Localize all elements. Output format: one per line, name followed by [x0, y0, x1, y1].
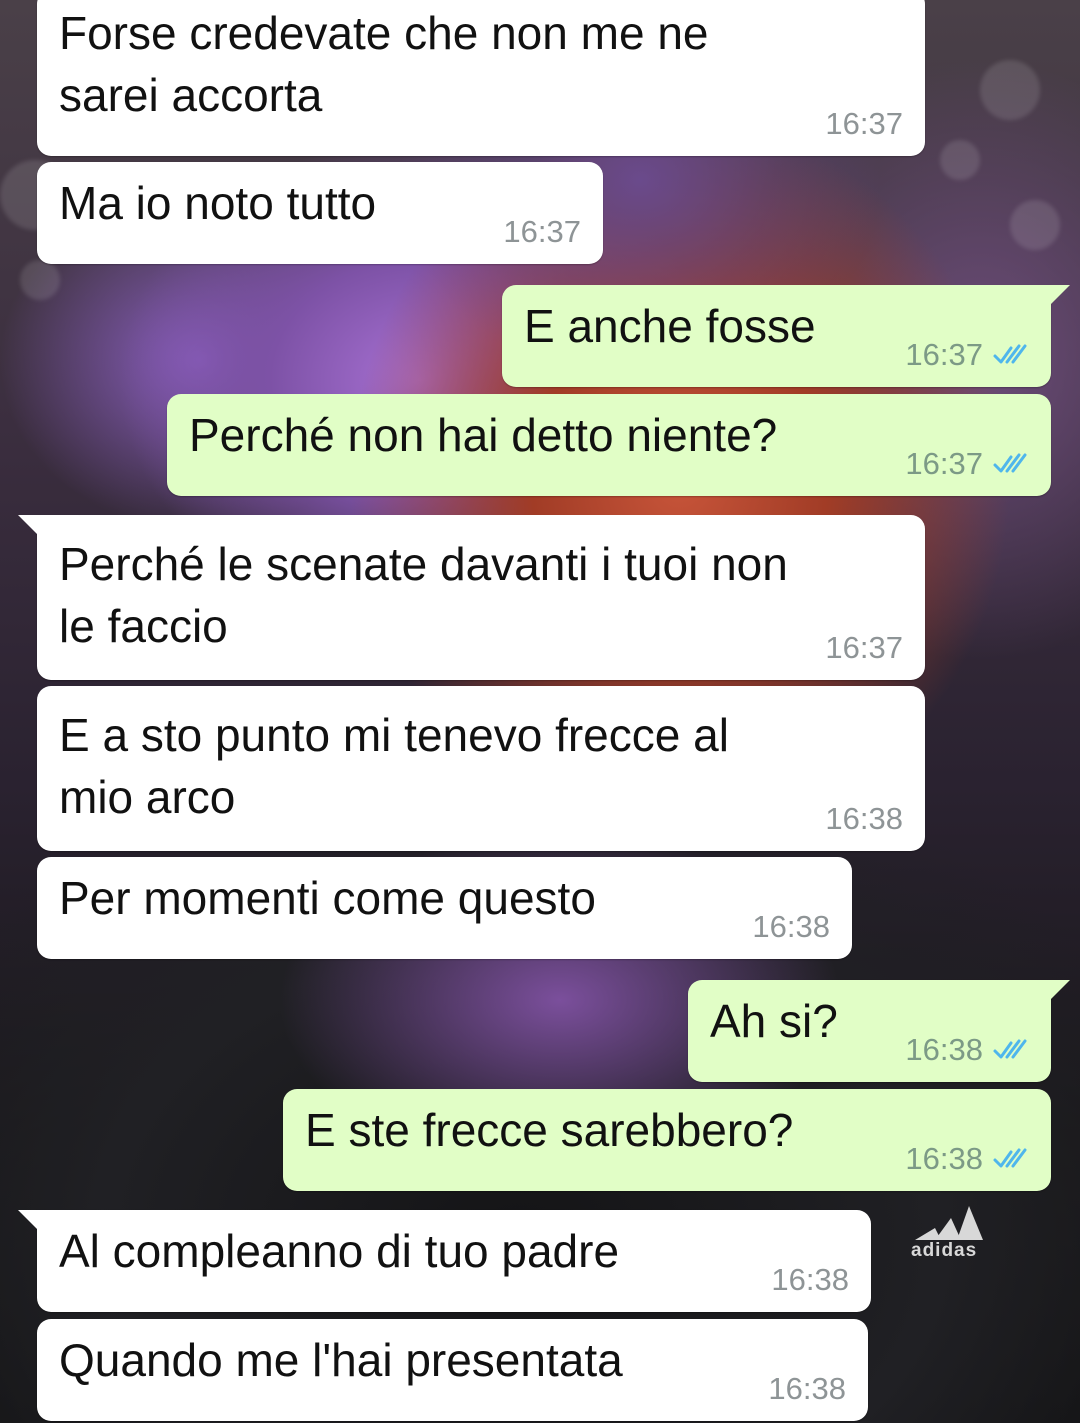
message-meta: 16:37 [905, 337, 1029, 373]
message-meta: 16:37 [825, 630, 903, 666]
message-time: 16:38 [825, 801, 903, 836]
message-time: 16:38 [771, 1262, 849, 1297]
message-text: E ste frecce sarebbero? [305, 1104, 794, 1156]
message-time: 16:37 [825, 106, 903, 141]
message-time: 16:37 [905, 337, 983, 372]
message-meta: 16:38 [905, 1032, 1029, 1068]
message-outgoing[interactable]: E ste frecce sarebbero? 16:38 [283, 1089, 1051, 1191]
message-time: 16:38 [768, 1371, 846, 1406]
message-text: Ma io noto tutto [59, 177, 377, 229]
message-incoming[interactable]: Perché le scenate davanti i tuoi non le … [18, 515, 925, 680]
message-text: E anche fosse [524, 300, 816, 352]
message-time: 16:37 [503, 214, 581, 249]
message-incoming[interactable]: Per momenti come questo 16:38 [37, 857, 852, 959]
message-time: 16:37 [825, 630, 903, 665]
message-incoming[interactable]: Forse credevate che non me ne sarei acco… [37, 0, 925, 156]
message-meta: 16:38 [905, 1141, 1029, 1177]
message-time: 16:38 [905, 1032, 983, 1067]
message-incoming[interactable]: Quando me l'hai presentata 16:38 [37, 1319, 868, 1421]
message-time: 16:38 [905, 1141, 983, 1176]
message-outgoing[interactable]: E anche fosse 16:37 [502, 285, 1070, 387]
message-text: E a sto punto mi tenevo frecce al mio ar… [59, 709, 729, 823]
message-time: 16:37 [905, 446, 983, 481]
message-text: Forse credevate che non me ne sarei acco… [59, 7, 709, 121]
message-incoming[interactable]: Ma io noto tutto 16:37 [37, 162, 603, 264]
read-double-check-icon [993, 344, 1027, 364]
message-list[interactable]: Forse credevate che non me ne sarei acco… [0, 0, 1080, 1423]
message-meta: 16:37 [503, 214, 581, 250]
message-text: Quando me l'hai presentata [59, 1334, 623, 1386]
message-meta: 16:37 [825, 106, 903, 142]
message-text: Perché non hai detto niente? [189, 409, 778, 461]
message-outgoing[interactable]: Perché non hai detto niente? 16:37 [167, 394, 1051, 496]
message-text: Perché le scenate davanti i tuoi non le … [59, 538, 788, 652]
message-text: Ah si? [710, 995, 838, 1047]
message-text: Per momenti come questo [59, 872, 596, 924]
message-time: 16:38 [752, 909, 830, 944]
message-meta: 16:38 [825, 801, 903, 837]
message-meta: 16:38 [768, 1371, 846, 1407]
message-meta: 16:38 [752, 909, 830, 945]
message-outgoing[interactable]: Ah si? 16:38 [688, 980, 1070, 1082]
read-double-check-icon [993, 1039, 1027, 1059]
message-incoming[interactable]: Al compleanno di tuo padre 16:38 [18, 1210, 871, 1312]
message-meta: 16:37 [905, 446, 1029, 482]
message-incoming[interactable]: E a sto punto mi tenevo frecce al mio ar… [37, 686, 925, 851]
read-double-check-icon [993, 453, 1027, 473]
message-meta: 16:38 [771, 1262, 849, 1298]
read-double-check-icon [993, 1148, 1027, 1168]
message-text: Al compleanno di tuo padre [59, 1225, 620, 1277]
